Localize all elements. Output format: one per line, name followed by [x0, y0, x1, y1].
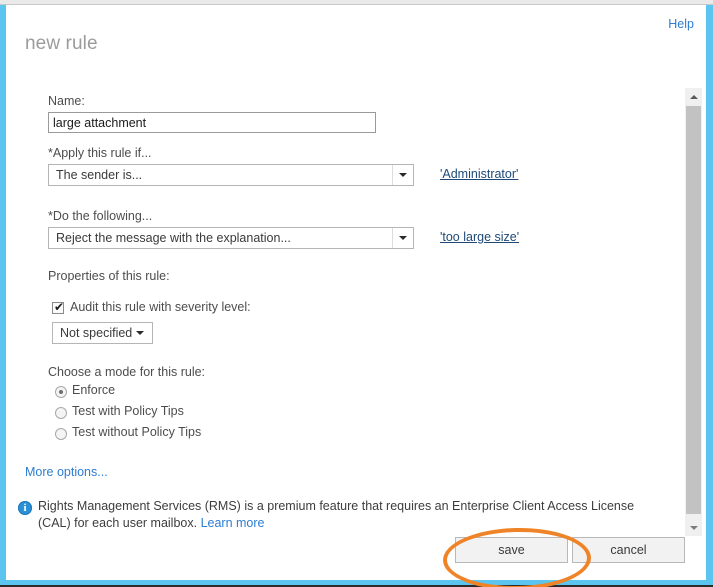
dialog-window: Help new rule Name: *Apply this rule if.…	[0, 0, 713, 587]
action-label: *Do the following...	[48, 209, 153, 223]
chevron-down-icon	[399, 173, 407, 177]
more-options-link[interactable]: More options...	[25, 465, 108, 479]
name-label: Name:	[48, 94, 85, 108]
mode-radio-test-without-policy-tips[interactable]	[55, 428, 67, 440]
scrollbar-thumb[interactable]	[686, 106, 701, 514]
caret-up-icon	[689, 94, 698, 99]
info-icon-glyph: i	[23, 502, 27, 514]
caret-down-icon	[689, 525, 698, 530]
chevron-down-icon	[136, 331, 144, 335]
help-link[interactable]: Help	[668, 17, 694, 31]
condition-label: *Apply this rule if...	[48, 146, 152, 160]
vertical-scrollbar[interactable]	[685, 88, 702, 536]
check-icon: ✔	[54, 300, 65, 314]
info-icon: i	[18, 501, 32, 515]
page-title: new rule	[25, 33, 98, 54]
dialog-footer: save cancel	[6, 533, 706, 573]
condition-value-link[interactable]: 'Administrator'	[440, 167, 518, 181]
mode-label: Choose a mode for this rule:	[48, 365, 206, 379]
severity-dropdown-value: Not specified	[60, 326, 133, 340]
severity-dropdown[interactable]: Not specified	[52, 322, 153, 344]
learn-more-link[interactable]: Learn more	[201, 516, 265, 530]
condition-dropdown-value: The sender is...	[56, 168, 143, 182]
form-body: Name: *Apply this rule if... The sender …	[6, 88, 682, 536]
new-rule-dialog: Help new rule Name: *Apply this rule if.…	[6, 5, 706, 580]
mode-option-label-2: Test without Policy Tips	[72, 425, 202, 439]
chevron-down-icon	[399, 236, 407, 240]
action-dropdown-value: Reject the message with the explanation.…	[56, 231, 291, 245]
action-dropdown[interactable]: Reject the message with the explanation.…	[48, 227, 414, 249]
cancel-button[interactable]: cancel	[572, 537, 685, 563]
dropdown-divider	[392, 228, 393, 248]
condition-dropdown[interactable]: The sender is...	[48, 164, 414, 186]
mode-radio-test-with-policy-tips[interactable]	[55, 407, 67, 419]
mode-radio-enforce[interactable]	[55, 386, 67, 398]
action-value-link[interactable]: 'too large size'	[440, 230, 519, 244]
name-input[interactable]	[48, 112, 376, 133]
scroll-up-button[interactable]	[685, 88, 702, 105]
audit-checkbox-label: Audit this rule with severity level:	[70, 300, 251, 314]
rms-notice-body: Rights Management Services (RMS) is a pr…	[38, 499, 635, 530]
save-button[interactable]: save	[455, 537, 568, 563]
rms-notice-text: Rights Management Services (RMS) is a pr…	[38, 498, 658, 532]
properties-label: Properties of this rule:	[48, 269, 170, 283]
mode-option-label-1: Test with Policy Tips	[72, 404, 184, 418]
dropdown-divider	[392, 165, 393, 185]
mode-option-label-0: Enforce	[72, 383, 116, 397]
audit-checkbox[interactable]: ✔	[52, 300, 65, 314]
